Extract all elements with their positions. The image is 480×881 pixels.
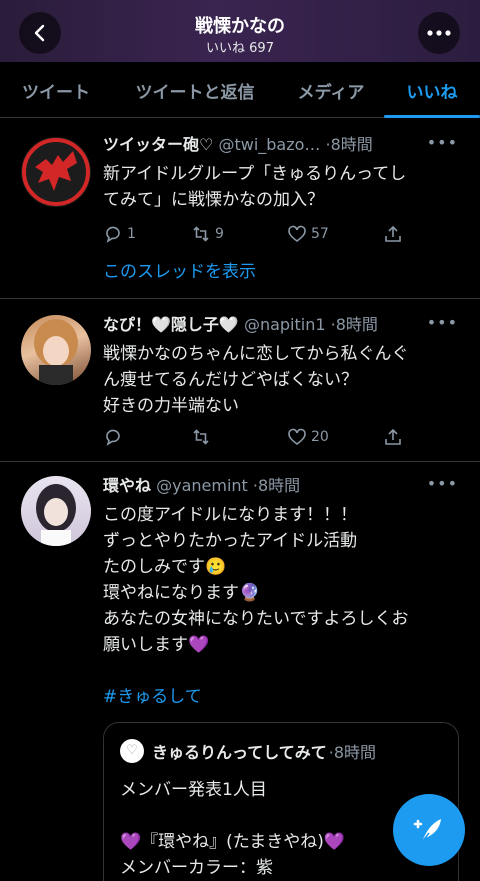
- author-name[interactable]: なぴ！🤍隠し子🤍: [103, 315, 239, 334]
- tweet-actions: 1 9 57: [103, 224, 403, 248]
- quoted-text: メンバー発表1人目 💜『環やね』(たまきやね)💜 メンバーカラー：紫: [120, 780, 346, 878]
- tweet-time: ·8時間: [252, 476, 301, 495]
- hashtag-link[interactable]: #きゅるして: [103, 684, 464, 710]
- share-icon: [385, 225, 401, 242]
- show-thread-link[interactable]: このスレッドを表示: [103, 257, 256, 282]
- share-button[interactable]: [383, 427, 403, 447]
- share-icon: [385, 428, 401, 445]
- quoted-time: ·8時間: [328, 743, 377, 762]
- tweet-time: ·8時間: [325, 135, 373, 154]
- quoted-avatar: ♡: [120, 739, 144, 763]
- share-button[interactable]: [383, 224, 403, 244]
- tweet[interactable]: ••• なぴ！🤍隠し子🤍 @napitin1 ·8時間 戦慄かなのちゃんに恋して…: [0, 299, 480, 462]
- user-photo-icon: [34, 319, 78, 385]
- reply-button[interactable]: 1: [103, 224, 136, 244]
- author-name[interactable]: 環やね: [103, 476, 151, 495]
- tweet-text: 新アイドルグループ「きゅるりんってし てみて」に戦慄かなの加入？: [103, 164, 407, 210]
- retweet-button[interactable]: 9: [191, 224, 224, 244]
- more-button[interactable]: [418, 12, 460, 54]
- avatar[interactable]: [21, 137, 91, 207]
- tab-tweets-and-replies[interactable]: ツイートと返信: [112, 62, 278, 118]
- author-handle: @twi_bazo…: [218, 135, 321, 154]
- heart-icon: [288, 225, 306, 243]
- tweet[interactable]: ••• ツイッター砲♡ @twi_bazo… ·8時間 新アイドルグループ「きゅ…: [0, 119, 480, 299]
- compose-feather-icon: [413, 819, 441, 843]
- tweet-text: 戦慄かなのちゃんに恋してから私ぐんぐ ん痩せてるんだけどやばくない？ 好きの力半…: [103, 344, 409, 416]
- bird-logo-icon: [22, 138, 90, 206]
- profile-header: 戦慄かなの いいね 697: [0, 0, 480, 62]
- tweet-text: この度アイドルになります！！！ ずっとやりたかったアイドル活動 たのしみです🥲 …: [103, 502, 464, 710]
- tweet-time: ·8時間: [330, 315, 378, 334]
- author-handle: @yanemint: [156, 476, 248, 495]
- like-button[interactable]: 57: [287, 224, 329, 244]
- reply-icon: [106, 226, 120, 243]
- user-photo-icon: [36, 484, 76, 546]
- compose-tweet-button[interactable]: [393, 794, 465, 866]
- author-name[interactable]: ツイッター砲♡: [103, 135, 213, 154]
- active-tab-indicator: [384, 115, 480, 118]
- author-handle: @napitin1: [243, 315, 326, 334]
- profile-tabs: ツイート ツイートと返信 メディア いいね: [0, 62, 480, 118]
- more-horizontal-icon: [427, 30, 451, 36]
- retweet-button[interactable]: [191, 427, 215, 447]
- tab-tweets[interactable]: ツイート: [0, 62, 112, 118]
- reply-button[interactable]: [103, 427, 127, 447]
- retweet-icon: [193, 226, 209, 242]
- quoted-author-name: きゅるりんってしてみて: [152, 743, 327, 762]
- tab-media[interactable]: メディア: [278, 62, 384, 118]
- retweet-icon: [193, 429, 209, 445]
- reply-icon: [106, 429, 120, 446]
- profile-name: 戦慄かなの: [195, 16, 285, 37]
- tweet-actions: 20: [103, 427, 403, 451]
- likes-count: いいね 697: [206, 41, 274, 56]
- heart-icon: [288, 428, 306, 446]
- tab-likes[interactable]: いいね: [384, 62, 480, 118]
- like-button[interactable]: 20: [287, 427, 329, 447]
- avatar[interactable]: [21, 315, 91, 385]
- avatar[interactable]: [21, 476, 91, 546]
